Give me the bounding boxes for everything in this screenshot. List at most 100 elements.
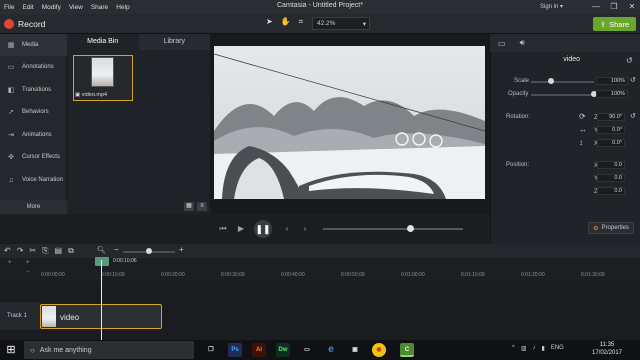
network-icon[interactable]: ▥: [521, 345, 527, 352]
sidebar-item-voice-narration[interactable]: ♫ Voice Narration: [0, 169, 67, 191]
grid-view-icon[interactable]: ▦: [184, 202, 194, 211]
tab-media-bin[interactable]: Media Bin: [67, 34, 139, 50]
next-frame-icon[interactable]: ›: [298, 222, 312, 236]
system-tray: ^ ▥ ♪ ▮ ENG: [512, 345, 564, 352]
playhead-line[interactable]: [101, 260, 102, 340]
minimize-button[interactable]: —: [588, 0, 604, 14]
language-indicator[interactable]: ENG: [551, 345, 564, 352]
maximize-button[interactable]: ❐: [606, 0, 622, 14]
pan-tool-icon[interactable]: ✋: [281, 17, 291, 27]
zoom-dropdown[interactable]: 42.2% ▾: [312, 17, 370, 30]
reset-icon[interactable]: ↺: [626, 56, 633, 65]
more-button[interactable]: More: [0, 200, 67, 214]
rotation-x-field[interactable]: 0.0°: [597, 139, 625, 147]
opacity-value[interactable]: 100%: [596, 90, 628, 98]
rotation-z-field[interactable]: 90.0°: [597, 113, 625, 121]
camtasia-icon[interactable]: C: [400, 343, 414, 357]
crop-tool-icon[interactable]: ⌗: [299, 17, 304, 27]
redo-icon[interactable]: ↷: [17, 246, 24, 256]
position-x-field[interactable]: 0.0: [597, 161, 625, 169]
timeline-zoom-handle[interactable]: [146, 248, 152, 254]
animations-icon: ⇥: [8, 132, 14, 139]
playback-scrubber[interactable]: [323, 228, 463, 230]
step-back-icon[interactable]: ⏮: [216, 222, 230, 236]
illustrator-icon[interactable]: Ai: [252, 343, 266, 357]
paste-icon[interactable]: ▤: [55, 246, 63, 256]
sidebar-item-cursor-effects[interactable]: ✜ Cursor Effects: [0, 146, 67, 168]
scrubber-handle[interactable]: [406, 225, 414, 232]
menu-modify[interactable]: Modify: [42, 4, 61, 11]
properties-button[interactable]: ⚙ Properties: [588, 222, 634, 234]
play-icon[interactable]: ▶: [234, 222, 248, 236]
battery-icon[interactable]: ▮: [542, 345, 545, 352]
pause-button[interactable]: ❚❚: [254, 220, 272, 238]
store-icon[interactable]: ▣: [348, 343, 362, 357]
cut-icon[interactable]: ✂: [29, 246, 36, 256]
playhead-handle[interactable]: [95, 257, 109, 266]
edge-icon[interactable]: e: [324, 343, 338, 357]
windows-start-icon[interactable]: ⊞: [4, 343, 18, 357]
sign-in-button[interactable]: Sign in ▾: [540, 3, 563, 10]
ruler-tick-label: 0:00:30;00: [221, 272, 245, 278]
undo-icon[interactable]: ↶: [4, 246, 11, 256]
sidebar-item-label: Transitions: [22, 87, 52, 93]
sidebar-item-behaviors[interactable]: ➚ Behaviors: [0, 101, 67, 123]
dreamweaver-icon[interactable]: Dw: [276, 343, 290, 357]
opacity-label: Opacity: [508, 91, 529, 97]
scale-reset-icon[interactable]: ↺: [630, 76, 636, 84]
rotation-y-field[interactable]: 0.0°: [597, 126, 625, 134]
split-icon[interactable]: ⧉: [68, 246, 74, 256]
task-view-icon[interactable]: ❐: [204, 343, 218, 357]
properties-button-label: Properties: [601, 225, 629, 231]
sidebar-item-media[interactable]: ▦ Media: [0, 34, 67, 56]
menu-help[interactable]: Help: [116, 4, 129, 11]
timeline-clip-thumbnail: [42, 306, 56, 327]
ruler-tick-label: 0:01:10;00: [461, 272, 485, 278]
position-y-field[interactable]: 0.0: [597, 174, 625, 182]
scale-value[interactable]: 100%: [596, 77, 628, 85]
expand-tracks-icon[interactable]: −: [26, 269, 30, 275]
rotation-reset-icon[interactable]: ↺: [630, 112, 636, 120]
menu-share[interactable]: Share: [91, 4, 108, 11]
audio-properties-icon[interactable]: 🔊︎: [520, 38, 525, 48]
collapse-tracks-icon[interactable]: +: [26, 260, 30, 266]
chevron-down-icon: ▾: [362, 20, 366, 28]
zoom-in-icon[interactable]: +: [179, 245, 184, 254]
list-view-icon[interactable]: ≡: [197, 202, 207, 211]
share-icon: ⇪: [599, 19, 607, 29]
window-title: Camtasia - Untitled Project*: [277, 2, 363, 9]
photoshop-icon[interactable]: Ps: [228, 343, 242, 357]
tab-library[interactable]: Library: [138, 34, 210, 50]
magnifier-icon: 🔍︎: [97, 247, 106, 254]
close-button[interactable]: ✕: [624, 0, 640, 14]
volume-icon[interactable]: ♪: [533, 345, 536, 352]
sidebar-item-annotations[interactable]: ▭ Annotations: [0, 56, 67, 78]
sidebar-item-animations[interactable]: ⇥ Animations: [0, 124, 67, 146]
position-z-field[interactable]: 0.0: [597, 187, 625, 195]
chevron-up-icon[interactable]: ^: [512, 345, 515, 352]
sidebar-item-transitions[interactable]: ◧ Transitions: [0, 79, 67, 101]
taskbar-clock[interactable]: 11:35 17/02/2017: [580, 341, 634, 357]
copy-icon[interactable]: ⎘: [42, 246, 48, 256]
record-button[interactable]: Record: [4, 17, 45, 31]
select-tool-icon[interactable]: ➤: [266, 17, 273, 27]
previous-frame-icon[interactable]: ‹: [280, 222, 294, 236]
ruler-tick-label: 0:00:50;00: [341, 272, 365, 278]
taskbar-search[interactable]: ○ Ask me anything: [24, 341, 194, 359]
menu-file[interactable]: File: [4, 4, 14, 11]
track-label[interactable]: Track 1: [0, 302, 40, 330]
menu-view[interactable]: View: [69, 4, 83, 11]
add-track-icon[interactable]: +: [8, 260, 12, 266]
video-preview[interactable]: [214, 46, 485, 199]
sidebar-item-label: Animations: [22, 132, 52, 138]
share-button[interactable]: ⇪ Share: [593, 17, 636, 31]
file-explorer-icon[interactable]: ▭: [300, 343, 314, 357]
canvas-tools: ➤ ✋ ⌗: [266, 17, 303, 27]
visual-properties-icon[interactable]: ▭: [498, 39, 506, 48]
scale-slider[interactable]: [531, 81, 594, 83]
ruler-tick-label: 0:01:00;00: [401, 272, 425, 278]
zoom-out-icon[interactable]: −: [114, 245, 119, 254]
chrome-icon[interactable]: ◉: [372, 343, 386, 357]
menu-edit[interactable]: Edit: [22, 4, 33, 11]
opacity-slider[interactable]: [531, 94, 594, 96]
